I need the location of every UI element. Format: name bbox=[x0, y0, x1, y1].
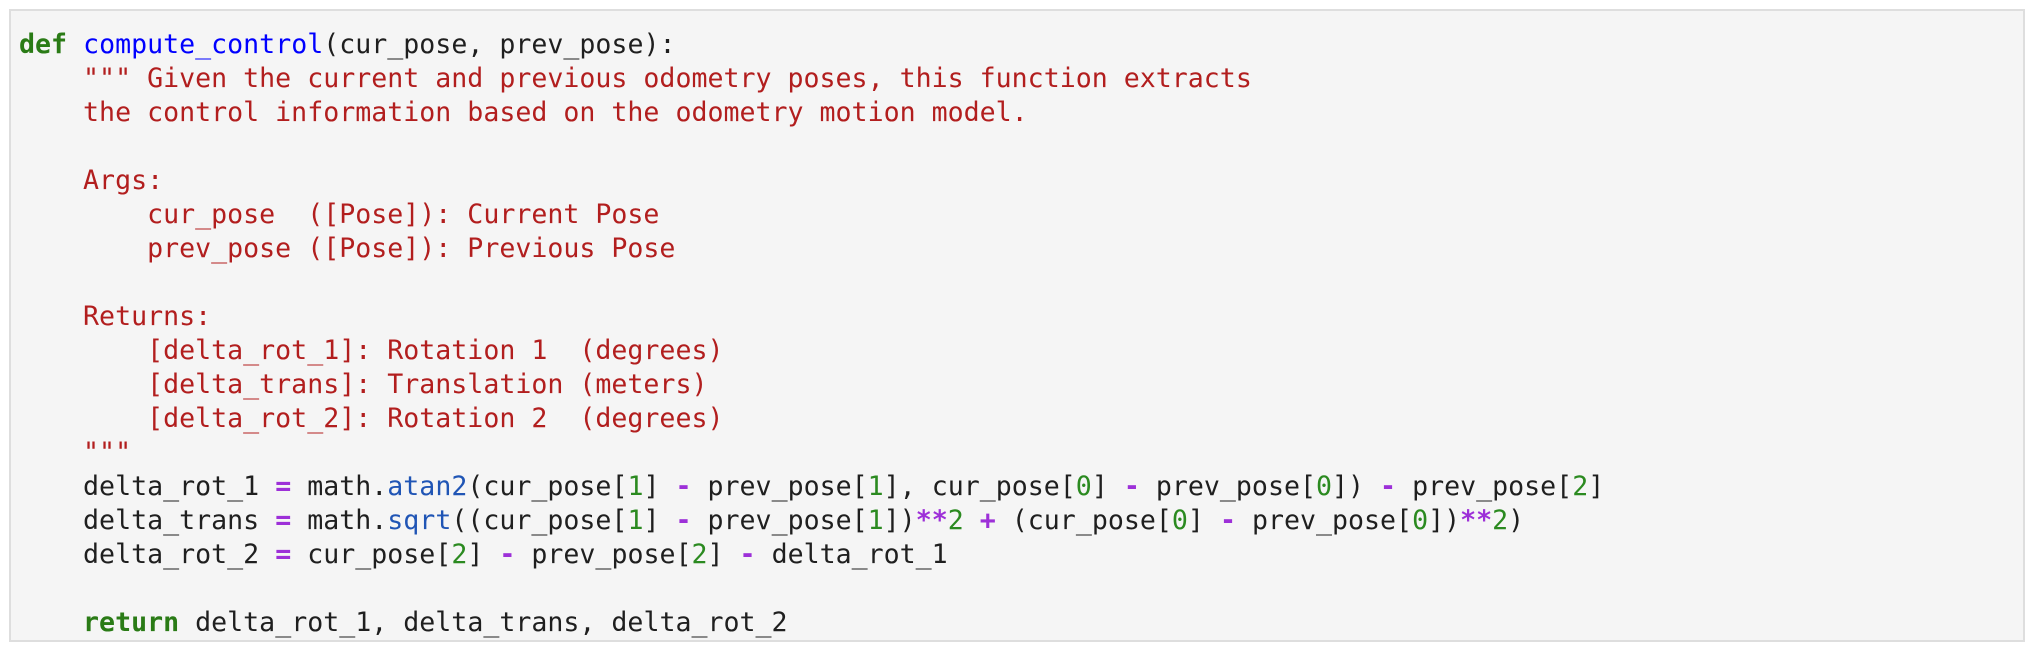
code-token: ] bbox=[1091, 471, 1124, 502]
code-token: prev_pose[ bbox=[1396, 471, 1573, 502]
code-line: delta_trans = math.sqrt((cur_pose[1] - p… bbox=[19, 504, 1604, 538]
number-token: 2 bbox=[451, 539, 468, 570]
operator-token: - bbox=[1123, 471, 1140, 502]
function-name-token: compute_control bbox=[83, 29, 324, 60]
string-token: [delta_trans]: Translation (meters) bbox=[19, 369, 708, 400]
code-token: delta_rot_1, delta_trans, delta_rot_2 bbox=[179, 607, 788, 638]
number-token: 2 bbox=[947, 505, 964, 536]
operator-token: - bbox=[1219, 505, 1236, 536]
operator-token: - bbox=[1380, 471, 1397, 502]
code-line: def compute_control(cur_pose, prev_pose)… bbox=[19, 28, 1604, 62]
string-token: prev_pose ([Pose]): Previous Pose bbox=[19, 233, 676, 264]
number-token: 0 bbox=[1171, 505, 1188, 536]
code-token: delta_rot_1 bbox=[19, 471, 276, 502]
operator-token: ** bbox=[1460, 505, 1493, 536]
operator-token: - bbox=[739, 539, 756, 570]
code-token: cur_pose[ bbox=[291, 539, 452, 570]
operator-token: - bbox=[675, 505, 692, 536]
operator-token: = bbox=[275, 505, 292, 536]
code-line: [delta_trans]: Translation (meters) bbox=[19, 368, 1604, 402]
code-token: ]) bbox=[883, 505, 916, 536]
code-token: math. bbox=[291, 505, 388, 536]
string-token: """ bbox=[19, 437, 132, 468]
code-token: delta_trans bbox=[19, 505, 276, 536]
code-line: Args: bbox=[19, 164, 1604, 198]
operator-token: - bbox=[499, 539, 516, 570]
code-line: [delta_rot_1]: Rotation 1 (degrees) bbox=[19, 334, 1604, 368]
code-token: ] bbox=[1588, 471, 1605, 502]
code-token: ]) bbox=[1332, 471, 1381, 502]
code-token: ] bbox=[1187, 505, 1220, 536]
code-token: math. bbox=[291, 471, 388, 502]
code-token: prev_pose[ bbox=[1139, 471, 1316, 502]
code-token: delta_rot_2 bbox=[19, 539, 276, 570]
code-token: ] bbox=[643, 505, 676, 536]
code-line: """ Given the current and previous odome… bbox=[19, 62, 1604, 96]
string-token: the control information based on the odo… bbox=[19, 97, 1028, 128]
code-token: (cur_pose[ bbox=[467, 471, 628, 502]
keyword-token: def bbox=[19, 29, 68, 60]
keyword-token: return bbox=[83, 607, 180, 638]
code-token: delta_rot_1 bbox=[755, 539, 948, 570]
number-token: 1 bbox=[627, 471, 644, 502]
code-token: prev_pose[ bbox=[691, 471, 868, 502]
string-token: cur_pose ([Pose]): Current Pose bbox=[19, 199, 660, 230]
code-line: delta_rot_2 = cur_pose[2] - prev_pose[2]… bbox=[19, 538, 1604, 572]
operator-token: = bbox=[275, 539, 292, 570]
code-line: prev_pose ([Pose]): Previous Pose bbox=[19, 232, 1604, 266]
code-line: """ bbox=[19, 436, 1604, 470]
code-token: ] bbox=[707, 539, 740, 570]
string-token: [delta_rot_1]: Rotation 1 (degrees) bbox=[19, 335, 724, 366]
code-token: (cur_pose, prev_pose): bbox=[323, 29, 676, 60]
number-token: 2 bbox=[691, 539, 708, 570]
string-token: """ Given the current and previous odome… bbox=[19, 63, 1252, 94]
operator-token: + bbox=[979, 505, 996, 536]
code-token: (cur_pose[ bbox=[995, 505, 1172, 536]
code-line: delta_rot_1 = math.atan2(cur_pose[1] - p… bbox=[19, 470, 1604, 504]
number-token: 0 bbox=[1412, 505, 1429, 536]
code-line: return delta_rot_1, delta_trans, delta_r… bbox=[19, 606, 1604, 640]
number-token: 0 bbox=[1315, 471, 1332, 502]
method-token: sqrt bbox=[387, 505, 452, 536]
string-token: [delta_rot_2]: Rotation 2 (degrees) bbox=[19, 403, 724, 434]
code-token: ], cur_pose[ bbox=[883, 471, 1076, 502]
code-line: the control information based on the odo… bbox=[19, 96, 1604, 130]
code-token: ] bbox=[643, 471, 676, 502]
number-token: 2 bbox=[1572, 471, 1589, 502]
code-line: cur_pose ([Pose]): Current Pose bbox=[19, 198, 1604, 232]
string-token: Returns: bbox=[19, 301, 212, 332]
code-line: Returns: bbox=[19, 300, 1604, 334]
operator-token: = bbox=[275, 471, 292, 502]
number-token: 1 bbox=[627, 505, 644, 536]
code-token: ]) bbox=[1428, 505, 1461, 536]
operator-token: ** bbox=[915, 505, 948, 536]
code-token: ] bbox=[467, 539, 500, 570]
operator-token: - bbox=[675, 471, 692, 502]
code-token: prev_pose[ bbox=[1235, 505, 1413, 536]
number-token: 2 bbox=[1492, 505, 1509, 536]
code-token: prev_pose[ bbox=[691, 505, 868, 536]
method-token: atan2 bbox=[387, 471, 468, 502]
code-line: [delta_rot_2]: Rotation 2 (degrees) bbox=[19, 402, 1604, 436]
code-token: ) bbox=[1508, 505, 1525, 536]
number-token: 1 bbox=[867, 471, 884, 502]
number-token: 1 bbox=[867, 505, 884, 536]
string-token: Args: bbox=[19, 165, 164, 196]
code-cell[interactable]: def compute_control(cur_pose, prev_pose)… bbox=[9, 9, 2025, 642]
code-token: prev_pose[ bbox=[515, 539, 692, 570]
code-token: ((cur_pose[ bbox=[451, 505, 628, 536]
number-token: 0 bbox=[1075, 471, 1092, 502]
code-block[interactable]: def compute_control(cur_pose, prev_pose)… bbox=[19, 28, 1604, 640]
